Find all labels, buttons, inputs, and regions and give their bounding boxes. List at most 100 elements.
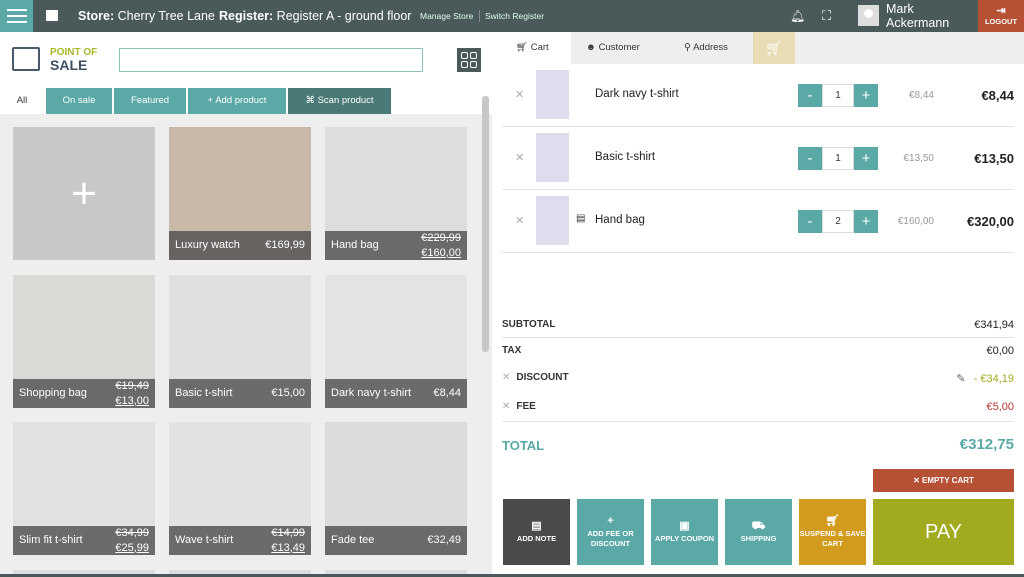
add-product-tile[interactable]: + [13, 127, 155, 260]
bell-icon[interactable]: 🔔︎ [790, 9, 805, 23]
product-grid: + Luxury watch €169,99 Hand bag €229,99 €160… [0, 114, 492, 574]
apply-coupon-button[interactable]: ▣ APPLY COUPON [651, 499, 718, 565]
item-name: Hand bag [595, 214, 645, 226]
product-name: Basic t-shirt [175, 387, 233, 399]
fullscreen-icon[interactable]: ⛶ [822, 8, 831, 24]
filter-all[interactable]: All [0, 88, 44, 114]
product-tile[interactable]: Hand bag €229,99 €160,00 [325, 127, 467, 260]
pay-button[interactable]: PAY [873, 499, 1014, 565]
register-info: Register: Register A - ground floor [219, 9, 412, 23]
add-fee-button[interactable]: + ADD FEE OR DISCOUNT [577, 499, 644, 565]
suspend-cart-button[interactable]: 🛒︎ SUSPEND & SAVE CART [799, 499, 866, 565]
top-bar: Store: Cherry Tree Lane Register: Regist… [0, 0, 1024, 32]
tab-address[interactable]: ⚲ Address [684, 32, 728, 64]
product-price: €13,00 [115, 394, 149, 407]
product-tile[interactable]: Dark navy t-shirt €8,44 [325, 275, 467, 408]
quantity-input[interactable]: 1 [822, 147, 854, 170]
logout-button[interactable]: ⇥ LOGOUT [978, 0, 1024, 32]
product-tile[interactable]: Basic t-shirt €15,00 [169, 275, 311, 408]
increase-qty-button[interactable]: + [854, 210, 878, 233]
product-tile[interactable]: Fade tee €32,49 [325, 422, 467, 555]
product-old-price: €19,49 [115, 379, 149, 392]
filter-on-sale[interactable]: On sale [46, 88, 112, 114]
logo: POINT OF SALE [12, 45, 107, 75]
remove-item-icon[interactable]: ✕ [515, 88, 524, 101]
tab-customer[interactable]: ☻ Customer [586, 32, 640, 64]
search-input[interactable] [119, 48, 423, 72]
truck-icon: ⛟ [751, 519, 766, 532]
unit-price: €160,00 [897, 216, 934, 227]
decrease-qty-button[interactable]: - [798, 84, 822, 107]
product-price: €32,49 [427, 534, 461, 546]
item-thumbnail [536, 70, 569, 119]
item-name: Dark navy t-shirt [595, 88, 679, 100]
product-old-price: €229,99 [421, 231, 461, 244]
tab-cart[interactable]: 🛒︎ Cart [502, 32, 571, 64]
store-icon [46, 10, 58, 21]
item-thumbnail [536, 133, 569, 182]
scan-product-button[interactable]: ⌘ Scan product [288, 88, 391, 114]
total-row: TOTAL €312,75 [502, 436, 1014, 453]
product-price: €15,00 [271, 387, 305, 399]
fee-row: ✕ FEE €5,00 [502, 401, 1014, 413]
product-price: €8,44 [433, 387, 461, 399]
line-total: €13,50 [974, 151, 1014, 166]
product-tile[interactable]: Wave t-shirt €14,99 €13,49 [169, 422, 311, 555]
logout-icon: ⇥ [996, 5, 1006, 17]
filter-featured[interactable]: Featured [114, 88, 186, 114]
edit-icon[interactable]: ✎ [956, 373, 965, 385]
product-price: €169,99 [265, 239, 305, 251]
note-icon: ▤ [531, 519, 542, 532]
remove-discount-icon[interactable]: ✕ [502, 372, 510, 383]
remove-item-icon[interactable]: ✕ [515, 214, 524, 227]
increase-qty-button[interactable]: + [854, 147, 878, 170]
store-info: Store: Cherry Tree Lane [78, 9, 215, 23]
product-name: Fade tee [331, 534, 375, 546]
divider [479, 10, 480, 22]
product-name: Wave t-shirt [175, 534, 234, 546]
remove-fee-icon[interactable]: ✕ [502, 401, 510, 412]
qr-scan-icon[interactable] [457, 48, 481, 72]
cart-item: ✕ Dark navy t-shirt -1 + €8,44 €8,44 [502, 64, 1014, 127]
product-price: €13,49 [271, 541, 305, 554]
empty-cart-button[interactable]: ✕ EMPTY CART [873, 469, 1014, 492]
decrease-qty-button[interactable]: - [798, 147, 822, 170]
product-old-price: €34,99 [115, 526, 149, 539]
avatar[interactable] [858, 5, 879, 26]
product-tile[interactable]: Luxury watch €169,99 [169, 127, 311, 260]
add-note-button[interactable]: ▤ ADD NOTE [503, 499, 570, 565]
user-name[interactable]: Mark Ackermann [886, 2, 949, 30]
shipping-button[interactable]: ⛟ SHIPPING [725, 499, 792, 565]
scrollbar[interactable] [482, 96, 489, 352]
product-tile[interactable]: Shopping bag €19,49 €13,00 [13, 275, 155, 408]
increase-qty-button[interactable]: + [854, 84, 878, 107]
manage-store-link[interactable]: Manage Store [420, 11, 473, 21]
discount-row: ✕ DISCOUNT ✎ - €34,19 [502, 372, 1014, 385]
decrease-qty-button[interactable]: - [798, 210, 822, 233]
unit-price: €8,44 [908, 90, 934, 101]
unit-price: €13,50 [903, 153, 934, 164]
product-old-price: €14,99 [271, 526, 305, 539]
cart-icon: 🛒︎ [825, 514, 840, 527]
item-thumbnail [536, 196, 569, 245]
coupon-icon: ▣ [679, 519, 690, 532]
product-name: Slim fit t-shirt [19, 534, 83, 546]
item-name: Basic t-shirt [595, 151, 656, 163]
product-price: €25,99 [115, 541, 149, 554]
cart-item: ✕ Basic t-shirt -1 + €13,50 €13,50 [502, 127, 1014, 190]
add-product-button[interactable]: + Add product [188, 88, 286, 114]
tax-row: TAX €0,00 [502, 345, 1014, 357]
note-icon[interactable]: ▤ [576, 213, 585, 224]
remove-item-icon[interactable]: ✕ [515, 151, 524, 164]
product-price: €160,00 [421, 246, 461, 259]
line-total: €8,44 [981, 88, 1014, 103]
switch-register-link[interactable]: Switch Register [485, 11, 544, 21]
quantity-input[interactable]: 1 [822, 84, 854, 107]
product-name: Hand bag [331, 239, 379, 251]
cart-item: ✕ ▤ Hand bag -2 + €160,00 €320,00 [502, 190, 1014, 253]
menu-button[interactable] [0, 0, 33, 32]
quantity-input[interactable]: 2 [822, 210, 854, 233]
subtotal-row: SUBTOTAL €341,94 [502, 319, 1014, 331]
suspended-carts-icon[interactable]: 🛒︎ [753, 32, 795, 64]
product-tile[interactable]: Slim fit t-shirt €34,99 €25,99 [13, 422, 155, 555]
